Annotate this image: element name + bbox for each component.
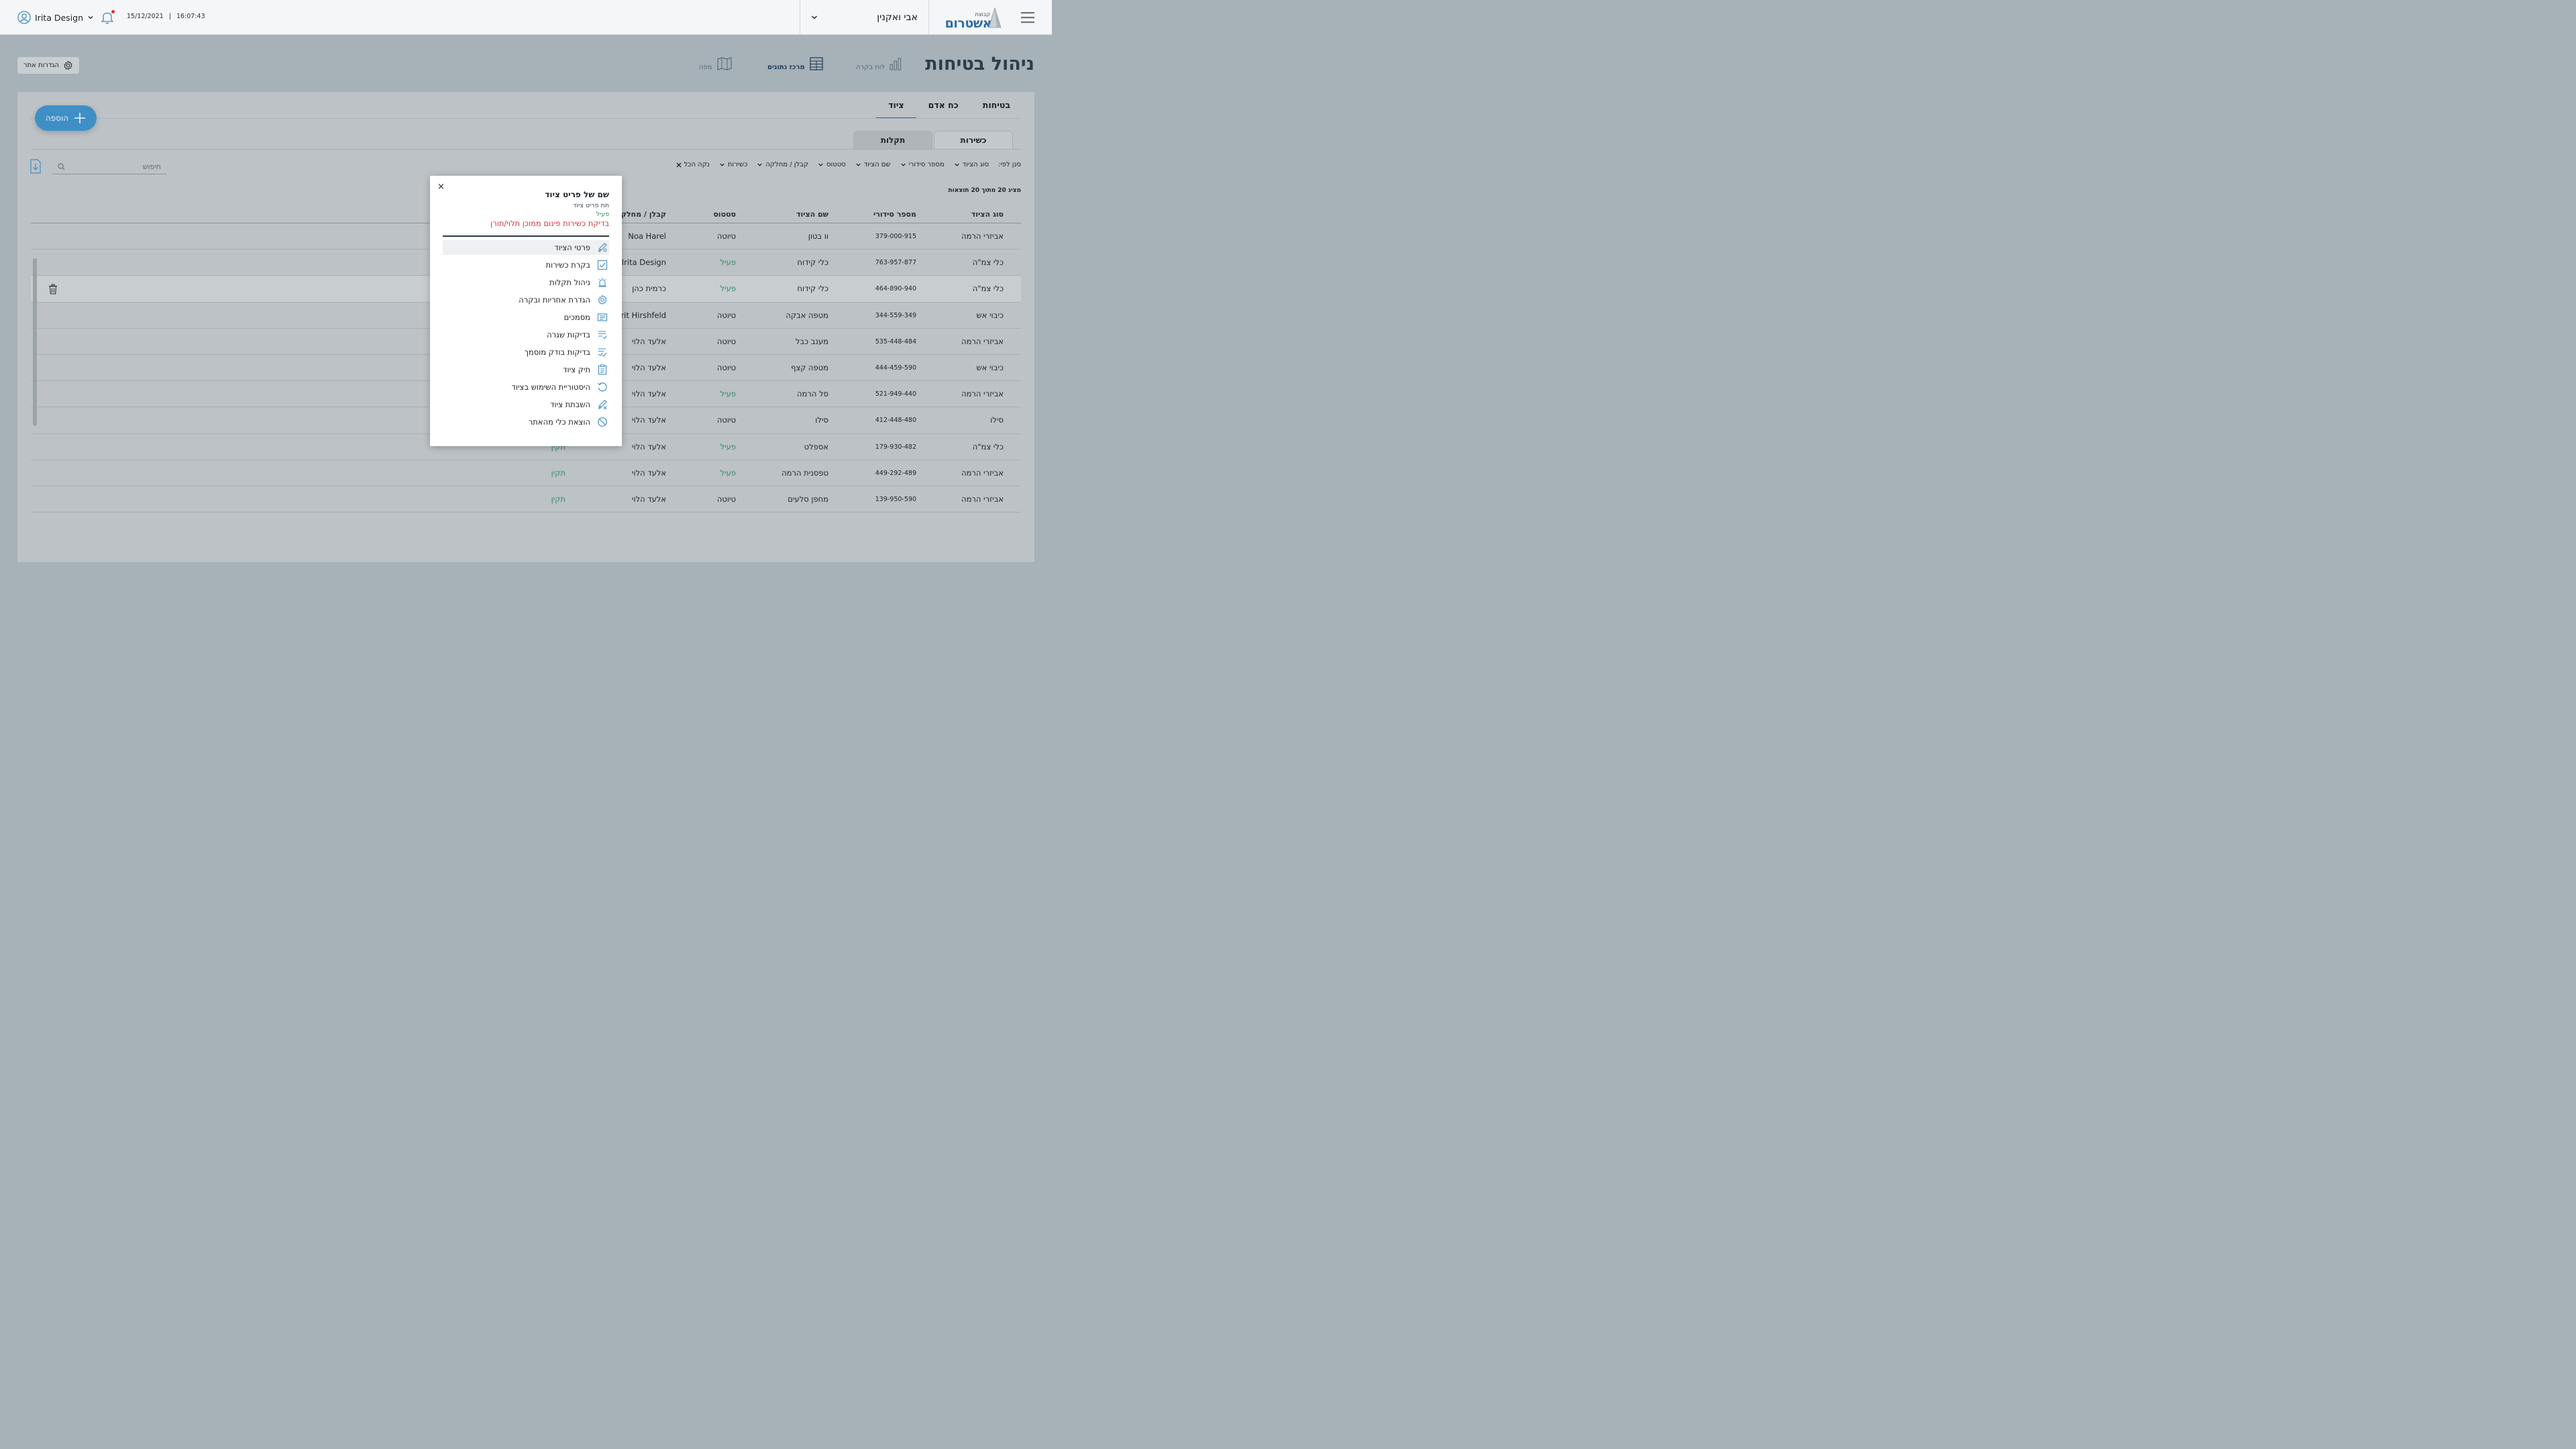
search-placeholder: חיפוש xyxy=(142,162,161,171)
search-input[interactable]: חיפוש xyxy=(52,159,166,174)
menu-item-disable-equipment[interactable]: השבתת ציוד xyxy=(443,397,609,412)
table-row[interactable]: אביזרי הרמה 449-292-489 טפסנית הרמה פעיל… xyxy=(31,460,1021,486)
chevron-down-icon xyxy=(720,163,724,166)
col-equipment-name[interactable]: שם הציוד xyxy=(796,210,828,219)
chevron-down-icon xyxy=(856,163,861,166)
export-button[interactable] xyxy=(30,159,43,174)
logo-triangle-icon xyxy=(988,7,1002,28)
site-settings-button[interactable]: הגדרות אתר xyxy=(17,57,79,74)
col-serial-number[interactable]: מספר סידורי xyxy=(873,210,916,219)
map-icon xyxy=(716,57,732,70)
main-tabs: ציוד כח אדם בטיחות xyxy=(876,92,1022,119)
menu-item-routine-checks[interactable]: בדיקות שגרה xyxy=(443,327,609,342)
bar-chart-icon xyxy=(890,58,902,70)
col-equipment-type[interactable]: סוג הציוד xyxy=(971,210,1004,219)
nav-dashboard[interactable]: לוח בקרה xyxy=(856,56,904,71)
filter-competency[interactable]: כשירות xyxy=(719,161,747,168)
chevron-down-icon xyxy=(757,163,763,166)
menu-item-responsibility-settings[interactable]: הגדרת אחריות ובקרה xyxy=(443,292,609,307)
results-count: מציג 20 מתוך 20 תוצאות xyxy=(948,187,1021,194)
date-time: 15/12/2021 | 16:07:43 xyxy=(127,13,205,20)
nav-map[interactable]: מפה xyxy=(699,56,733,71)
equipment-actions-modal: × שם של פריט ציוד תת פריט ציוד פעיל בדיק… xyxy=(430,176,622,446)
chevron-down-icon xyxy=(955,163,959,166)
add-button[interactable]: הוספה xyxy=(35,105,97,131)
history-icon xyxy=(598,382,607,392)
search-icon xyxy=(58,163,65,170)
block-icon xyxy=(598,417,607,427)
notifications-button[interactable] xyxy=(99,9,115,25)
clipboard-icon xyxy=(598,364,607,375)
gear-icon xyxy=(598,294,607,305)
clear-filters-button[interactable]: נקה הכל xyxy=(676,161,710,168)
selected-user: אבי ואקנין xyxy=(877,12,918,23)
download-file-icon xyxy=(30,159,41,174)
modal-subtitle: תת פריט ציוד xyxy=(573,202,609,209)
user-select[interactable]: אבי ואקנין xyxy=(810,9,918,25)
menu-item-fault-management[interactable]: ניהול תקלות xyxy=(443,275,609,290)
gear-icon xyxy=(64,60,72,70)
menu-item-certified-inspector[interactable]: בדיקות בודק מוסמך xyxy=(443,345,609,360)
chevron-down-icon xyxy=(818,163,823,166)
close-icon xyxy=(676,162,681,167)
time: 16:07:43 xyxy=(176,13,205,20)
chevron-down-icon xyxy=(900,163,906,166)
col-status[interactable]: סטטוס xyxy=(713,210,736,219)
chevron-down-icon xyxy=(88,16,93,19)
modal-warning: בדיקת כשירות פינום ממוכן תלוי/תורן xyxy=(490,219,609,228)
col-contractor[interactable]: קבלן / מחלקה xyxy=(616,210,666,219)
sub-tabs: תקלות כשירות xyxy=(853,131,1013,149)
filter-equipment-name[interactable]: שם הציוד xyxy=(855,161,891,168)
tab-equipment[interactable]: ציוד xyxy=(876,92,917,119)
modal-title: שם של פריט ציוד xyxy=(545,190,609,199)
table-icon xyxy=(810,57,823,70)
disable-equipment-icon xyxy=(598,400,607,410)
filter-bar: סנן לפי: סוג הציוד מספר סידורי שם הציוד … xyxy=(676,161,1021,168)
menu-item-usage-history[interactable]: היסטוריית השימוש בציוד xyxy=(443,380,609,394)
scrollbar[interactable] xyxy=(33,258,37,426)
checkbox-icon xyxy=(597,260,608,270)
nav-data-center[interactable]: מרכז נתונים xyxy=(767,56,824,71)
hamburger-icon xyxy=(1021,12,1034,23)
tab-safety[interactable]: בטיחות xyxy=(971,92,1022,118)
checklist-icon xyxy=(598,331,607,339)
certified-check-icon xyxy=(598,348,607,357)
plus-icon xyxy=(74,113,86,123)
user-icon xyxy=(17,11,31,24)
close-icon[interactable]: × xyxy=(437,182,445,192)
page-title: ניהול בטיחות xyxy=(925,54,1034,74)
tab-competency[interactable]: כשירות xyxy=(934,131,1013,149)
table-row[interactable]: אביזרי הרמה 139-950-590 מחפן סלעים טיוטה… xyxy=(31,486,1021,513)
filter-label: סנן לפי: xyxy=(998,161,1021,168)
logo: קבוצת אשטרום xyxy=(945,7,1005,31)
hamburger-menu-button[interactable] xyxy=(1020,9,1036,25)
menu-item-equipment-details[interactable]: פרטי הציוד xyxy=(443,240,609,255)
menu-item-equipment-file[interactable]: תיק ציוד xyxy=(443,362,609,377)
delete-row-button[interactable] xyxy=(48,284,58,294)
menu-item-documents[interactable]: מסמכים xyxy=(443,310,609,325)
trash-icon xyxy=(49,284,57,294)
menu-item-competency-control[interactable]: בקרת כשירות xyxy=(443,258,609,272)
equipment-icon xyxy=(598,243,607,253)
filter-equipment-type[interactable]: סוג הציוד xyxy=(954,161,989,168)
filter-contractor[interactable]: קבלן / מחלקה xyxy=(757,161,808,168)
tab-faults[interactable]: תקלות xyxy=(853,131,932,149)
modal-status: פעיל xyxy=(596,211,609,218)
notification-dot xyxy=(111,10,115,13)
chevron-down-icon xyxy=(812,15,817,19)
menu-item-remove-from-site[interactable]: הוצאת כלי מהאתר xyxy=(443,415,609,429)
top-bar: Irita Design 15/12/2021 | 16:07:43 אבי ו… xyxy=(0,0,1052,35)
date: 15/12/2021 xyxy=(127,13,164,20)
user-menu[interactable]: Irita Design xyxy=(17,9,94,25)
tab-manpower[interactable]: כח אדם xyxy=(916,92,971,118)
user-name: Irita Design xyxy=(35,12,83,23)
document-icon xyxy=(597,313,608,321)
filter-status[interactable]: סטטוס xyxy=(818,161,846,168)
alarm-icon xyxy=(598,278,606,287)
filter-serial-number[interactable]: מספר סידורי xyxy=(900,161,945,168)
